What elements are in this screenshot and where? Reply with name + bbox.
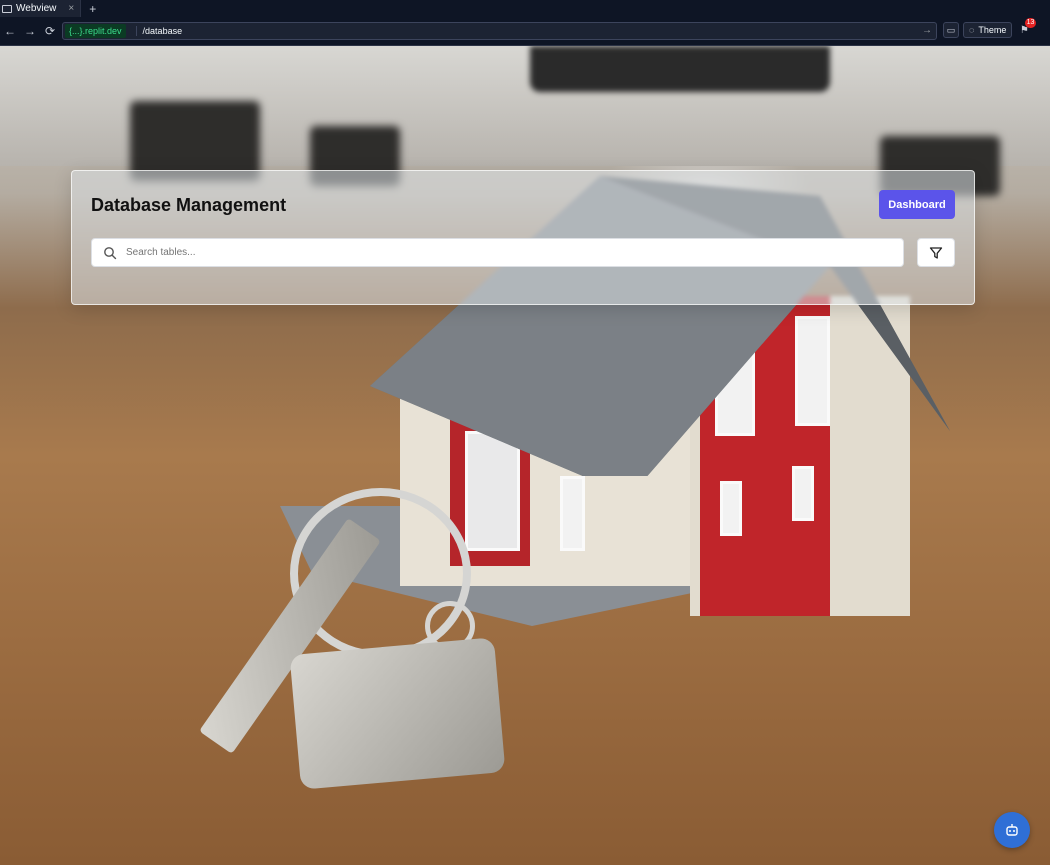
assistant-bot-button[interactable] <box>994 812 1030 848</box>
palette-icon: ◌ <box>969 25 975 35</box>
theme-button[interactable]: ◌ Theme <box>963 22 1013 38</box>
url-path: /database <box>135 26 182 36</box>
tab-webview[interactable]: Webview × <box>0 0 82 17</box>
toolbar-right: ▭ ◌ Theme ⚑ 13 <box>943 18 1037 38</box>
database-management-card: Database Management Dashboard <box>71 170 975 305</box>
close-icon[interactable]: × <box>68 3 74 14</box>
browser-toolbar: ← → ⟳ {...}.replit.dev /database → ▭ ◌ T… <box>0 17 1050 46</box>
filter-icon <box>929 246 943 259</box>
notifications-button[interactable]: ⚑ 13 <box>1016 18 1037 38</box>
house-window <box>560 476 585 551</box>
devtools-icon[interactable]: ▭ <box>943 22 959 38</box>
url-bar[interactable]: {...}.replit.dev /database → <box>62 22 937 40</box>
background-screen <box>530 46 830 92</box>
go-arrow-icon[interactable]: → <box>922 25 932 36</box>
browser-tab-bar: Webview × + <box>0 0 1050 17</box>
back-arrow-icon[interactable]: ← <box>0 24 20 38</box>
dashboard-button[interactable]: Dashboard <box>879 190 955 219</box>
theme-label: Theme <box>978 25 1007 35</box>
tab-title: Webview <box>16 3 57 14</box>
search-input[interactable] <box>124 246 888 259</box>
forward-arrow-icon[interactable]: → <box>20 24 40 38</box>
keychain-house <box>289 637 506 790</box>
search-icon <box>104 246 117 259</box>
bot-icon <box>1006 824 1018 836</box>
new-tab-button[interactable]: + <box>89 2 96 16</box>
search-box[interactable] <box>91 238 904 267</box>
reload-icon[interactable]: ⟳ <box>40 24 60 38</box>
notification-badge: 13 <box>1024 18 1037 28</box>
url-domain: {...}.replit.dev <box>65 24 126 38</box>
page-viewport: Database Management Dashboard <box>0 46 1050 865</box>
house-window <box>720 481 742 536</box>
monitor-icon <box>2 4 12 13</box>
filter-button[interactable] <box>917 238 955 267</box>
background-chair <box>130 101 260 181</box>
page-title: Database Management <box>91 195 287 215</box>
